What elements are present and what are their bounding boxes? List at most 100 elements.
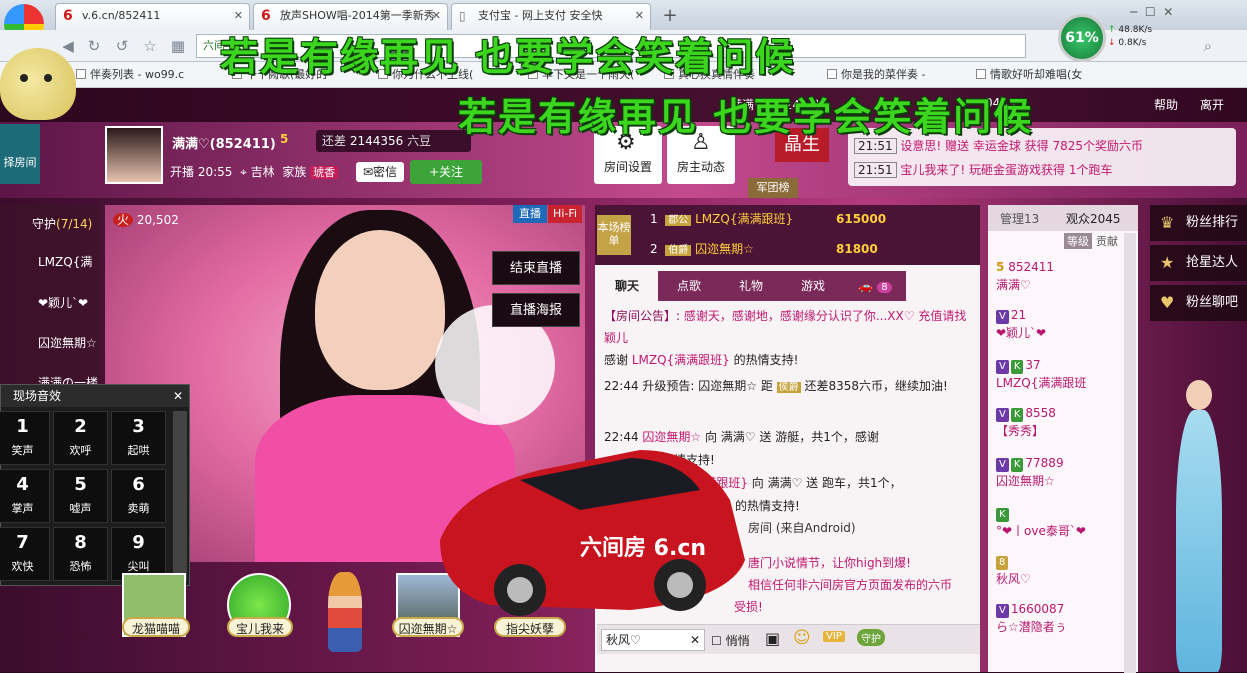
star-expert-button[interactable]: ★ 抢星达人 xyxy=(1150,245,1247,281)
bookmark-icon xyxy=(76,69,86,79)
key-num: 7 xyxy=(16,532,29,553)
close-icon[interactable]: ✕ xyxy=(234,4,243,28)
family-badge[interactable]: 琥香 xyxy=(310,166,339,179)
tab-chat[interactable]: 聊天 xyxy=(596,271,658,301)
grid-icon[interactable]: ▦ xyxy=(168,36,188,56)
leave-link[interactable]: 离开 xyxy=(1200,96,1224,113)
sound-key[interactable]: 4 掌声 xyxy=(0,469,50,523)
user-item[interactable]: V K 8558 【秀秀】 xyxy=(996,404,1124,440)
user-name: 852411 xyxy=(1008,260,1054,274)
fans-rank-button[interactable]: ♛ 粉丝排行 xyxy=(1150,205,1247,241)
tab-gift[interactable]: 礼物 xyxy=(720,271,782,301)
switch-room-button[interactable]: 择房间 xyxy=(0,124,40,184)
rank-row[interactable]: 1 郡公 LMZQ{满满跟班} 615000 xyxy=(650,208,970,232)
tab-manage[interactable]: 管理13 xyxy=(1000,210,1039,227)
tab-game[interactable]: 游戏 xyxy=(782,271,844,301)
emoji-icon[interactable]: ☺ xyxy=(793,628,811,648)
tab-audience[interactable]: 观众2045 xyxy=(1066,210,1121,227)
sound-key[interactable]: 3 起哄 xyxy=(111,411,166,465)
bookmark-item[interactable]: 伴奏列表 - wo99.c xyxy=(76,62,184,88)
sound-scrollbar[interactable] xyxy=(173,411,187,581)
private-msg-button[interactable]: ✉密信 xyxy=(356,162,404,182)
guard-item[interactable]: LMZQ{满 xyxy=(38,253,92,270)
user-name: 77889 xyxy=(1025,456,1064,470)
chat-user[interactable]: LMZQ{满满跟班} xyxy=(632,353,730,367)
key-num: 2 xyxy=(74,416,87,437)
avatar-figure[interactable] xyxy=(328,572,362,652)
close-icon[interactable]: ✕ xyxy=(432,4,441,28)
user-item[interactable]: V K 77889 囚迩無期☆ xyxy=(996,454,1124,490)
user-item[interactable]: V 21 ❤颖儿`❤ xyxy=(996,306,1124,342)
back-icon[interactable]: ◀ xyxy=(58,36,78,56)
end-live-button[interactable]: 结束直播 xyxy=(492,251,580,285)
refresh-icon[interactable]: ↻ xyxy=(84,36,104,56)
vip-icon[interactable]: VIP xyxy=(823,631,845,642)
sound-key[interactable]: 1 笑声 xyxy=(0,411,50,465)
chat-prefix: 感谢 xyxy=(604,353,632,367)
tab-car[interactable]: 🚗 8 xyxy=(844,271,906,301)
search-icon[interactable]: ⌕ xyxy=(1198,36,1218,56)
sound-key[interactable]: 7 欢快 xyxy=(0,527,50,581)
fans-chat-button[interactable]: ♥ 粉丝聊吧 xyxy=(1150,285,1247,321)
close-icon[interactable]: ✕ xyxy=(635,4,644,28)
undo-icon[interactable]: ↺ xyxy=(112,36,132,56)
user-sub: 【秀秀】 xyxy=(996,424,1045,438)
sort-contrib[interactable]: 贡献 xyxy=(1096,233,1118,249)
bookmark-icon xyxy=(976,69,986,79)
user-item[interactable]: V K 37 LMZQ{满满跟班 xyxy=(996,356,1124,392)
eye-icon xyxy=(44,74,52,82)
guard-icon[interactable]: 守护 xyxy=(857,629,885,646)
user-item[interactable]: V 1660087 ら☆潜隐者ぅ xyxy=(996,600,1124,636)
sound-key[interactable]: 5 嘘声 xyxy=(53,469,108,523)
user-item[interactable]: 8 秋风♡ xyxy=(996,552,1124,588)
key-label: 恐怖 xyxy=(69,560,92,573)
heart-icon: ♥ xyxy=(1160,293,1175,312)
rank-num: 1 xyxy=(650,212,658,226)
fans-chat-label: 粉丝聊吧 xyxy=(1186,295,1239,310)
star-icon[interactable]: ☆ xyxy=(140,36,160,56)
whisper-checkbox[interactable]: ☐ 悄悄 xyxy=(711,632,750,649)
guard-item[interactable]: ❤颖儿`❤ xyxy=(38,294,88,311)
user-sub: 满满♡ xyxy=(996,278,1031,292)
window-controls[interactable]: ─ ☐ ✕ xyxy=(1130,5,1173,19)
chat-link[interactable]: 相信任何非六间房官方页面发布的六币 xyxy=(748,578,952,592)
envelope-icon: ✉ xyxy=(362,165,374,179)
close-icon[interactable]: ✕ xyxy=(173,385,183,407)
bookmark-label: 你是我的菜伴奏 - xyxy=(841,68,926,81)
sort-level[interactable]: 等级 xyxy=(1064,233,1092,249)
user-name: 37 xyxy=(1025,358,1041,372)
k-badge-icon: K xyxy=(1010,408,1024,422)
guard-count: (7/14) xyxy=(56,217,93,231)
host-avatar[interactable] xyxy=(105,126,163,184)
host-info: 开播 20:55 ⌖ 吉林 家族 琥香 xyxy=(170,163,339,180)
level-icon: 5 xyxy=(996,260,1005,274)
follow-button[interactable]: +关注 xyxy=(410,160,482,184)
guard-item[interactable]: 囚迩無期☆ xyxy=(38,334,97,351)
bookmark-item[interactable]: 你是我的菜伴奏 - xyxy=(827,62,925,88)
close-icon[interactable]: ✕ xyxy=(690,630,700,650)
sound-key[interactable]: 2 欢呼 xyxy=(53,411,108,465)
notice-text: 设意思! 赠送 幸运金球 获得 7825个奖励六币 xyxy=(900,139,1144,153)
user-item[interactable]: K °❤丨ove泰哥`❤ xyxy=(996,504,1124,540)
decor-doll xyxy=(1168,380,1228,672)
recipient-select[interactable]: 秋风♡ ✕ xyxy=(601,629,705,651)
speed-ball[interactable]: 61% xyxy=(1058,14,1106,62)
user-list-tabs: 管理13 观众2045 xyxy=(988,205,1138,231)
family-label: 家族 xyxy=(282,165,307,179)
user-list-scrollbar[interactable] xyxy=(1124,233,1136,673)
chat-link[interactable]: 唐门小说情节，让你high到爆! xyxy=(748,556,911,570)
image-icon[interactable]: ▣ xyxy=(765,629,780,648)
sound-key[interactable]: 8 恐怖 xyxy=(53,527,108,581)
user-item[interactable]: 5 852411 满满♡ xyxy=(996,258,1124,294)
sound-key[interactable]: 6 卖萌 xyxy=(111,469,166,523)
gift-label: 囚迩無期☆ xyxy=(392,617,464,637)
notice-row: 21:51 宝儿我来了! 玩砸金蛋游戏获得 1个跑车 xyxy=(848,158,1236,182)
tab-song[interactable]: 点歌 xyxy=(658,271,720,301)
help-link[interactable]: 帮助 xyxy=(1154,96,1178,113)
bookmark-item[interactable]: 情歌好听却难唱(女 xyxy=(976,62,1082,88)
crown-icon: ♛ xyxy=(1160,213,1175,232)
army-rank-button[interactable]: 军团榜 xyxy=(748,178,798,198)
rank-row[interactable]: 2 伯爵 囚迩無期☆ 81800 xyxy=(650,238,970,262)
new-tab-button[interactable]: + xyxy=(654,4,686,28)
live-poster-button[interactable]: 直播海报 xyxy=(492,293,580,327)
